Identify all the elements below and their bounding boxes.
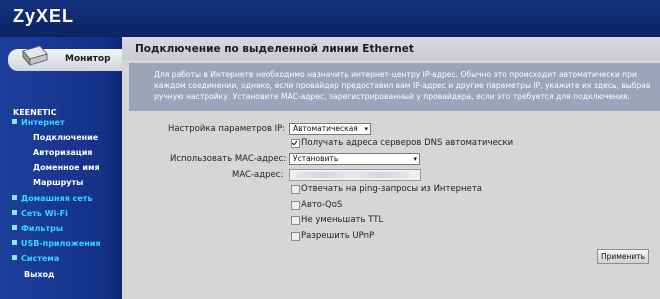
sidebar-item-label: Интернет: [21, 118, 65, 127]
sidebar-subitem-authorization[interactable]: Авторизация: [33, 148, 92, 157]
ip-settings-value: Автоматическая: [293, 124, 358, 133]
sidebar-item-internet[interactable]: Интернет: [12, 118, 65, 127]
use-mac-value: Установить: [293, 154, 339, 163]
ping-reply-label: Отвечать на ping-запросы из Интернета: [301, 184, 483, 194]
monitor-tab-label: Монитор: [65, 54, 111, 64]
product-name: KEENETIC: [13, 108, 57, 117]
dropdown-arrow-icon: ▾: [364, 125, 368, 133]
mac-address-label: MAC-адрес:: [232, 170, 284, 180]
ip-settings-label: Настройка параметров IP:: [168, 124, 286, 134]
upnp-label: Разрешить UPnP: [301, 231, 375, 241]
sidebar-item-wifi[interactable]: Сеть Wi-Fi: [12, 209, 68, 218]
description-text: Для работы в Интернете необходимо назнач…: [154, 70, 651, 101]
square-bullet-icon: [12, 255, 17, 260]
main-panel: Подключение по выделенной линии Ethernet…: [122, 37, 660, 299]
top-bar: ZyXEL: [0, 0, 660, 37]
square-bullet-icon: [12, 240, 17, 245]
auto-qos-label: Авто-QoS: [301, 200, 343, 210]
keep-ttl-checkbox[interactable]: [291, 216, 300, 225]
sidebar-item-home-network[interactable]: Домашняя сеть: [12, 194, 93, 203]
sidebar-subitem-connection[interactable]: Подключение: [33, 133, 98, 142]
square-bullet-icon: [12, 195, 17, 200]
ip-settings-select[interactable]: Автоматическая ▾: [289, 123, 371, 135]
dns-auto-label: Получать адреса серверов DNS автоматичес…: [301, 138, 514, 148]
sidebar-item-system[interactable]: Система: [12, 254, 59, 263]
mac-address-input[interactable]: [289, 169, 421, 181]
use-mac-select[interactable]: Установить ▾: [289, 153, 420, 165]
upnp-checkbox[interactable]: [291, 232, 300, 241]
square-bullet-icon: [12, 210, 17, 215]
sidebar-item-usb-apps[interactable]: USB-приложения: [12, 239, 101, 248]
sidebar-item-label: Система: [21, 254, 60, 263]
mac-address-redacted: [296, 172, 410, 178]
keep-ttl-label: Не уменьшать TTL: [301, 215, 384, 225]
sidebar-item-filters[interactable]: Фильтры: [12, 224, 63, 233]
sidebar-item-label: USB-приложения: [21, 239, 101, 248]
monitor-icon: [22, 45, 48, 67]
use-mac-label: Использовать MAC-адрес:: [170, 154, 287, 164]
page-title: Подключение по выделенной линии Ethernet: [135, 43, 414, 55]
title-bar: Подключение по выделенной линии Ethernet: [122, 37, 660, 60]
sidebar-subitem-domain-name[interactable]: Доменное имя: [33, 163, 100, 172]
auto-qos-checkbox[interactable]: [291, 201, 300, 210]
sidebar-subitem-routes[interactable]: Маршруты: [33, 178, 83, 187]
zyxel-logo: ZyXEL: [13, 6, 75, 26]
ping-reply-checkbox[interactable]: [291, 185, 300, 194]
sidebar-item-label: Домашняя сеть: [21, 194, 93, 203]
description-box: Для работы в Интернете необходимо назнач…: [129, 63, 660, 111]
dns-auto-checkbox[interactable]: [291, 139, 300, 148]
dropdown-arrow-icon: ▾: [413, 155, 417, 163]
sidebar: Монитор KEENETIC Интернет Подключение Ав…: [0, 37, 123, 299]
apply-button[interactable]: Применить: [597, 249, 649, 264]
sidebar-item-label: Фильтры: [21, 224, 64, 233]
sidebar-item-logout[interactable]: Выход: [24, 270, 54, 279]
square-bullet-icon: [12, 119, 17, 124]
sidebar-item-label: Сеть Wi-Fi: [21, 209, 68, 218]
square-bullet-icon: [12, 225, 17, 230]
